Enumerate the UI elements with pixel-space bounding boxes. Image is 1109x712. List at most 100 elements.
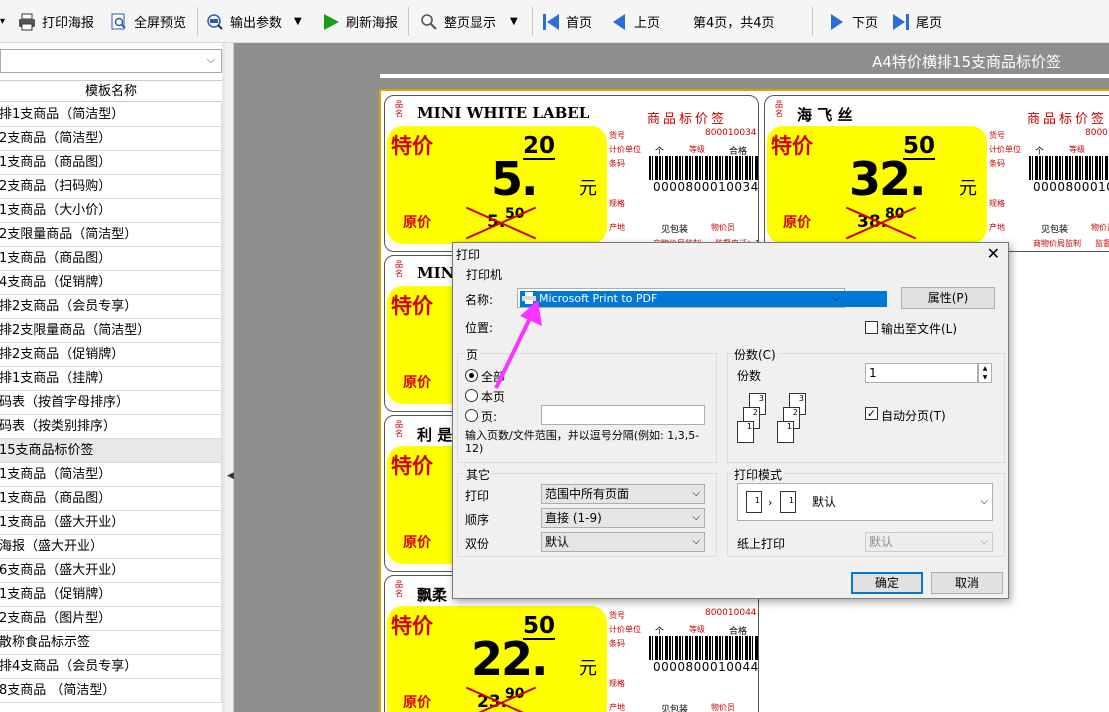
template-list-item[interactable]: 排1支商品（简洁型） <box>0 463 222 487</box>
price-label-2: 品名 海 飞 丝 商品标价签 特价 32. 50 元 原价 38. 80 货号 … <box>764 95 1109 252</box>
template-list-item[interactable]: 排2支商品（简洁型） <box>0 127 222 151</box>
barcode-graphic <box>649 636 758 660</box>
collapse-arrow-icon[interactable]: ◀ <box>227 471 234 481</box>
template-list-item[interactable]: 排4支商品（促销牌） <box>0 271 222 295</box>
template-list-item[interactable]: 排1支商品（大小价） <box>0 199 222 223</box>
printer-name-text: Microsoft Print to PDF <box>539 292 658 305</box>
template-list-item[interactable]: 重码表（按首字母排序） <box>0 391 222 415</box>
label-key-origin: 产地 <box>609 223 625 232</box>
collate-checkbox[interactable]: ✓ <box>865 407 878 420</box>
template-list-item[interactable]: 排2支商品（扫码购） <box>0 175 222 199</box>
prev-page-button[interactable]: 上页 <box>610 0 660 43</box>
template-list-item[interactable]: 排1支商品（商品图） <box>0 247 222 271</box>
template-list-item[interactable]: 横排1支商品（简洁型） <box>0 103 222 127</box>
label-info: 货号 800010 计价单位 个 等级 合格 条码 0000800010 规格 … <box>989 126 1109 248</box>
label-pinming: 品名 <box>395 100 403 118</box>
current-page-radio[interactable] <box>465 389 478 402</box>
first-page-icon <box>542 13 560 31</box>
print-to-file-checkbox[interactable] <box>865 321 878 334</box>
template-panel: ⌵ 模板名称 横排1支商品（简洁型）排2支商品（简洁型）排1支商品（商品图）排2… <box>0 43 225 712</box>
print-poster-button[interactable]: 打印海报 <box>18 0 94 43</box>
toolbar-separator <box>408 7 409 36</box>
pages-input[interactable] <box>541 405 705 425</box>
template-list-item[interactable]: 排6支商品（盛大开业） <box>0 559 222 583</box>
template-list-item[interactable]: 排8支商品 （简洁型） <box>0 679 222 703</box>
label-key-spec: 规格 <box>989 199 1005 208</box>
next-page-button[interactable]: 下页 <box>828 0 878 43</box>
copies-spinner[interactable]: ▲ ▼ <box>978 363 992 383</box>
cancel-button[interactable]: 取消 <box>931 572 1003 594</box>
label-key-spec: 规格 <box>609 679 625 688</box>
label-package: 见包装 <box>1041 225 1069 235</box>
fit-page-dropdown-icon[interactable]: ▼ <box>510 16 518 27</box>
output-params-dropdown-icon[interactable]: ▼ <box>294 16 302 27</box>
label-footer-left: 商物价局监制 <box>1033 239 1081 248</box>
template-list-item[interactable]: 竖排1支商品（挂牌） <box>0 367 222 391</box>
output-params-label: 输出参数 <box>230 16 283 31</box>
label-key-origin: 产地 <box>609 703 625 712</box>
template-list-item[interactable]: 排15支商品标价签 <box>0 439 222 463</box>
label-key-origin: 产地 <box>989 223 1005 232</box>
label-key-barcode: 条码 <box>609 639 625 648</box>
template-list-item[interactable]: 竖排2支商品（会员专享） <box>0 295 222 319</box>
last-page-button[interactable]: 尾页 <box>892 0 942 43</box>
toolbar-separator <box>197 7 198 36</box>
label-key-barcode: 条码 <box>989 159 1005 168</box>
copies-input[interactable]: 1 <box>865 363 978 383</box>
page-info: 第4页，共4页 <box>693 0 775 43</box>
toolbar: ▾ 打印海报 全屏预览 输出参数 ▼ 刷新海报 整页显示 ▼ 首页 上页 第4页… <box>0 0 1109 43</box>
template-list-item[interactable]: 横排2支限量商品（简洁型） <box>0 319 222 343</box>
chevron-down-icon: ⌵ <box>980 536 988 547</box>
panel-splitter[interactable]: ◀ <box>225 43 234 712</box>
template-list-item[interactable]: 排1支商品（盛大开业） <box>0 511 222 535</box>
properties-button[interactable]: 属性(P) <box>901 287 995 309</box>
paper-select[interactable]: 默认 ⌵ <box>865 532 993 552</box>
label-code: 800010 <box>1085 128 1109 138</box>
template-list-item[interactable]: 重码表（按类别排序） <box>0 415 222 439</box>
print-range-label: 打印 <box>465 489 490 503</box>
template-list-item[interactable]: 排1支商品（促销牌） <box>0 583 222 607</box>
template-list-item[interactable]: 排海报（盛大开业） <box>0 535 222 559</box>
pages-hint: 输入页数/文件范围，并以逗号分隔(例如: 1,3,5-12) <box>465 429 700 455</box>
template-list-item[interactable]: 横排2支商品（促销牌） <box>0 343 222 367</box>
toolbar-overflow-arrow[interactable]: ▾ <box>0 0 5 43</box>
print-poster-label: 打印海报 <box>42 16 95 31</box>
label-clerk: 物价员 <box>1091 223 1109 232</box>
duplex-select[interactable]: 默认 ⌵ <box>541 532 705 552</box>
label-price-box: 特价 32. 50 元 原价 38. 80 <box>767 126 987 244</box>
refresh-poster-button[interactable]: 刷新海报 <box>322 0 398 43</box>
first-page-label: 首页 <box>566 16 593 31</box>
template-category-select[interactable]: ⌵ <box>0 49 222 73</box>
template-list-item[interactable]: 竖排4支商品（会员专享） <box>0 655 222 679</box>
label-key-code: 货号 <box>989 131 1005 140</box>
paper-value: 默认 <box>869 535 894 549</box>
template-list-item[interactable]: 支散称食品标示签 <box>0 631 222 655</box>
print-mode-value: 默认 <box>812 495 837 509</box>
template-list-item[interactable]: 排1支商品（商品图） <box>0 487 222 511</box>
template-list-item[interactable]: 排2支限量商品（简洁型） <box>0 223 222 247</box>
output-params-button[interactable]: 输出参数 ▼ <box>206 0 302 43</box>
order-select[interactable]: 直接 (1-9) ⌵ <box>541 508 705 528</box>
fit-page-button[interactable]: 整页显示 ▼ <box>420 0 518 43</box>
template-list-item[interactable]: 排1支商品（商品图） <box>0 151 222 175</box>
close-icon[interactable]: ✕ <box>987 244 1000 263</box>
label-price-int: 32. <box>849 152 926 206</box>
all-pages-radio[interactable] <box>465 369 478 382</box>
print-mode-select[interactable]: 1 › 1 默认 ⌵ <box>737 483 993 521</box>
label-key-unit: 计价单位 <box>609 145 641 154</box>
print-range-select[interactable]: 范围中所有页面 ⌵ <box>541 484 705 504</box>
ok-button[interactable]: 确定 <box>851 572 923 594</box>
label-product-name: 飘柔 <box>417 586 448 604</box>
fullscreen-preview-button[interactable]: 全屏预览 <box>110 0 186 43</box>
first-page-button[interactable]: 首页 <box>542 0 592 43</box>
template-list-item[interactable]: 排2支商品（图片型） <box>0 607 222 631</box>
fullscreen-preview-label: 全屏预览 <box>134 16 187 31</box>
label-pinming: 品名 <box>395 580 403 598</box>
label-key-spec: 规格 <box>609 199 625 208</box>
pages-radio[interactable] <box>465 409 478 422</box>
copies-group-title: 份数(C) <box>732 346 778 363</box>
label-price-dec: 50 <box>903 133 936 160</box>
template-list: 横排1支商品（简洁型）排2支商品（简洁型）排1支商品（商品图）排2支商品（扫码购… <box>0 103 222 712</box>
printer-select[interactable]: Microsoft Print to PDF ⌵ <box>517 288 888 308</box>
collate-page-icon: 1 <box>777 421 794 443</box>
